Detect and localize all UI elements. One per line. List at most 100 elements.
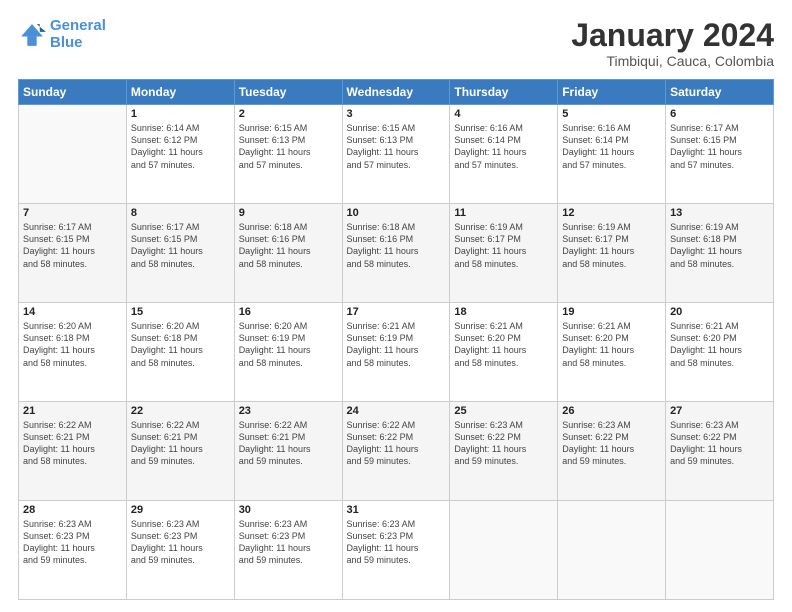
weekday-header-tuesday: Tuesday (234, 80, 342, 105)
day-number: 13 (670, 207, 769, 219)
day-info: Sunrise: 6:20 AM Sunset: 6:18 PM Dayligh… (131, 320, 230, 369)
day-number: 18 (454, 306, 553, 318)
day-info: Sunrise: 6:20 AM Sunset: 6:19 PM Dayligh… (239, 320, 338, 369)
day-number: 16 (239, 306, 338, 318)
calendar-cell: 1 Sunrise: 6:14 AM Sunset: 6:12 PM Daylig… (126, 105, 234, 204)
calendar-cell: 9Sunrise: 6:18 AM Sunset: 6:16 PM Daylig… (234, 204, 342, 303)
calendar-cell: 30Sunrise: 6:23 AM Sunset: 6:23 PM Dayli… (234, 501, 342, 600)
day-number: 14 (23, 306, 122, 318)
day-number: 25 (454, 405, 553, 417)
day-number: 6 (670, 108, 769, 120)
week-row-5: 28 Sunrise: 6:23 AM Sunset: 6:23 PM Dayli… (19, 501, 774, 600)
calendar-cell: 4 Sunrise: 6:16 AM Sunset: 6:14 PM Daylig… (450, 105, 558, 204)
calendar-cell: 24 Sunrise: 6:22 AM Sunset: 6:22 PM Dayli… (342, 402, 450, 501)
calendar-cell: 7 Sunrise: 6:17 AM Sunset: 6:15 PM Daylig… (19, 204, 127, 303)
day-info: Sunrise: 6:17 AM Sunset: 6:15 PM Dayligh… (131, 221, 230, 270)
day-info: Sunrise: 6:21 AM Sunset: 6:20 PM Dayligh… (562, 320, 661, 369)
weekday-header-thursday: Thursday (450, 80, 558, 105)
logo-text: General Blue (50, 18, 106, 51)
title-block: January 2024 Timbiqui, Cauca, Colombia (571, 18, 774, 69)
day-number: 11 (454, 207, 553, 219)
calendar-cell (558, 501, 666, 600)
day-info: Sunrise: 6:21 AM Sunset: 6:19 PM Dayligh… (347, 320, 446, 369)
day-number: 28 (23, 504, 122, 516)
week-row-1: 1 Sunrise: 6:14 AM Sunset: 6:12 PM Daylig… (19, 105, 774, 204)
calendar-cell: 21 Sunrise: 6:22 AM Sunset: 6:21 PM Dayli… (19, 402, 127, 501)
week-row-4: 21 Sunrise: 6:22 AM Sunset: 6:21 PM Dayli… (19, 402, 774, 501)
day-number: 24 (347, 405, 446, 417)
weekday-header-monday: Monday (126, 80, 234, 105)
calendar-cell: 29 Sunrise: 6:23 AM Sunset: 6:23 PM Dayli… (126, 501, 234, 600)
day-number: 21 (23, 405, 122, 417)
calendar-cell: 3 Sunrise: 6:15 AM Sunset: 6:13 PM Daylig… (342, 105, 450, 204)
calendar-table: SundayMondayTuesdayWednesdayThursdayFrid… (18, 79, 774, 600)
calendar-cell: 16 Sunrise: 6:20 AM Sunset: 6:19 PM Dayli… (234, 303, 342, 402)
day-info: Sunrise: 6:23 AM Sunset: 6:23 PM Dayligh… (131, 518, 230, 567)
day-number: 1 (131, 108, 230, 120)
calendar-cell: 28 Sunrise: 6:23 AM Sunset: 6:23 PM Dayli… (19, 501, 127, 600)
day-number: 3 (347, 108, 446, 120)
calendar-cell (666, 501, 774, 600)
calendar-cell: 6 Sunrise: 6:17 AM Sunset: 6:15 PM Daylig… (666, 105, 774, 204)
calendar-cell: 22Sunrise: 6:22 AM Sunset: 6:21 PM Dayli… (126, 402, 234, 501)
day-info: Sunrise: 6:16 AM Sunset: 6:14 PM Dayligh… (454, 122, 553, 171)
day-number: 31 (347, 504, 446, 516)
day-info: Sunrise: 6:21 AM Sunset: 6:20 PM Dayligh… (454, 320, 553, 369)
weekday-header-row: SundayMondayTuesdayWednesdayThursdayFrid… (19, 80, 774, 105)
calendar-cell: 12Sunrise: 6:19 AM Sunset: 6:17 PM Dayli… (558, 204, 666, 303)
day-info: Sunrise: 6:23 AM Sunset: 6:22 PM Dayligh… (454, 419, 553, 468)
day-number: 12 (562, 207, 661, 219)
day-number: 7 (23, 207, 122, 219)
day-info: Sunrise: 6:23 AM Sunset: 6:22 PM Dayligh… (670, 419, 769, 468)
day-number: 29 (131, 504, 230, 516)
day-info: Sunrise: 6:20 AM Sunset: 6:18 PM Dayligh… (23, 320, 122, 369)
day-info: Sunrise: 6:22 AM Sunset: 6:21 PM Dayligh… (239, 419, 338, 468)
day-info: Sunrise: 6:22 AM Sunset: 6:22 PM Dayligh… (347, 419, 446, 468)
day-info: Sunrise: 6:23 AM Sunset: 6:23 PM Dayligh… (347, 518, 446, 567)
calendar-cell: 14 Sunrise: 6:20 AM Sunset: 6:18 PM Dayli… (19, 303, 127, 402)
day-number: 4 (454, 108, 553, 120)
logo-blue: Blue (50, 34, 83, 51)
subtitle: Timbiqui, Cauca, Colombia (571, 53, 774, 69)
logo-general: General (50, 17, 106, 34)
calendar-cell: 26 Sunrise: 6:23 AM Sunset: 6:22 PM Dayli… (558, 402, 666, 501)
day-info: Sunrise: 6:23 AM Sunset: 6:23 PM Dayligh… (239, 518, 338, 567)
day-info: Sunrise: 6:18 AM Sunset: 6:16 PM Dayligh… (347, 221, 446, 270)
day-number: 15 (131, 306, 230, 318)
day-info: Sunrise: 6:19 AM Sunset: 6:18 PM Dayligh… (670, 221, 769, 270)
calendar-cell: 5Sunrise: 6:16 AM Sunset: 6:14 PM Daylig… (558, 105, 666, 204)
day-number: 20 (670, 306, 769, 318)
calendar-cell: 15 Sunrise: 6:20 AM Sunset: 6:18 PM Dayli… (126, 303, 234, 402)
weekday-header-saturday: Saturday (666, 80, 774, 105)
calendar-cell: 8 Sunrise: 6:17 AM Sunset: 6:15 PM Daylig… (126, 204, 234, 303)
day-info: Sunrise: 6:23 AM Sunset: 6:23 PM Dayligh… (23, 518, 122, 567)
day-info: Sunrise: 6:19 AM Sunset: 6:17 PM Dayligh… (454, 221, 553, 270)
day-info: Sunrise: 6:23 AM Sunset: 6:22 PM Dayligh… (562, 419, 661, 468)
calendar-cell: 11 Sunrise: 6:19 AM Sunset: 6:17 PM Dayli… (450, 204, 558, 303)
calendar-cell: 2 Sunrise: 6:15 AM Sunset: 6:13 PM Daylig… (234, 105, 342, 204)
calendar-cell: 13 Sunrise: 6:19 AM Sunset: 6:18 PM Dayli… (666, 204, 774, 303)
logo-icon (18, 21, 46, 49)
day-info: Sunrise: 6:15 AM Sunset: 6:13 PM Dayligh… (239, 122, 338, 171)
day-info: Sunrise: 6:15 AM Sunset: 6:13 PM Dayligh… (347, 122, 446, 171)
day-number: 2 (239, 108, 338, 120)
weekday-header-wednesday: Wednesday (342, 80, 450, 105)
calendar-cell (19, 105, 127, 204)
day-number: 8 (131, 207, 230, 219)
main-title: January 2024 (571, 18, 774, 53)
day-info: Sunrise: 6:14 AM Sunset: 6:12 PM Dayligh… (131, 122, 230, 171)
week-row-3: 14 Sunrise: 6:20 AM Sunset: 6:18 PM Dayli… (19, 303, 774, 402)
calendar-cell: 19 Sunrise: 6:21 AM Sunset: 6:20 PM Dayli… (558, 303, 666, 402)
day-info: Sunrise: 6:17 AM Sunset: 6:15 PM Dayligh… (23, 221, 122, 270)
day-number: 17 (347, 306, 446, 318)
day-info: Sunrise: 6:17 AM Sunset: 6:15 PM Dayligh… (670, 122, 769, 171)
calendar-cell: 18 Sunrise: 6:21 AM Sunset: 6:20 PM Dayli… (450, 303, 558, 402)
calendar-cell: 20Sunrise: 6:21 AM Sunset: 6:20 PM Dayli… (666, 303, 774, 402)
calendar-cell: 27Sunrise: 6:23 AM Sunset: 6:22 PM Dayli… (666, 402, 774, 501)
calendar-cell: 10Sunrise: 6:18 AM Sunset: 6:16 PM Dayli… (342, 204, 450, 303)
day-number: 22 (131, 405, 230, 417)
day-number: 26 (562, 405, 661, 417)
day-info: Sunrise: 6:22 AM Sunset: 6:21 PM Dayligh… (23, 419, 122, 468)
page: General Blue January 2024 Timbiqui, Cauc… (0, 0, 792, 612)
day-number: 19 (562, 306, 661, 318)
